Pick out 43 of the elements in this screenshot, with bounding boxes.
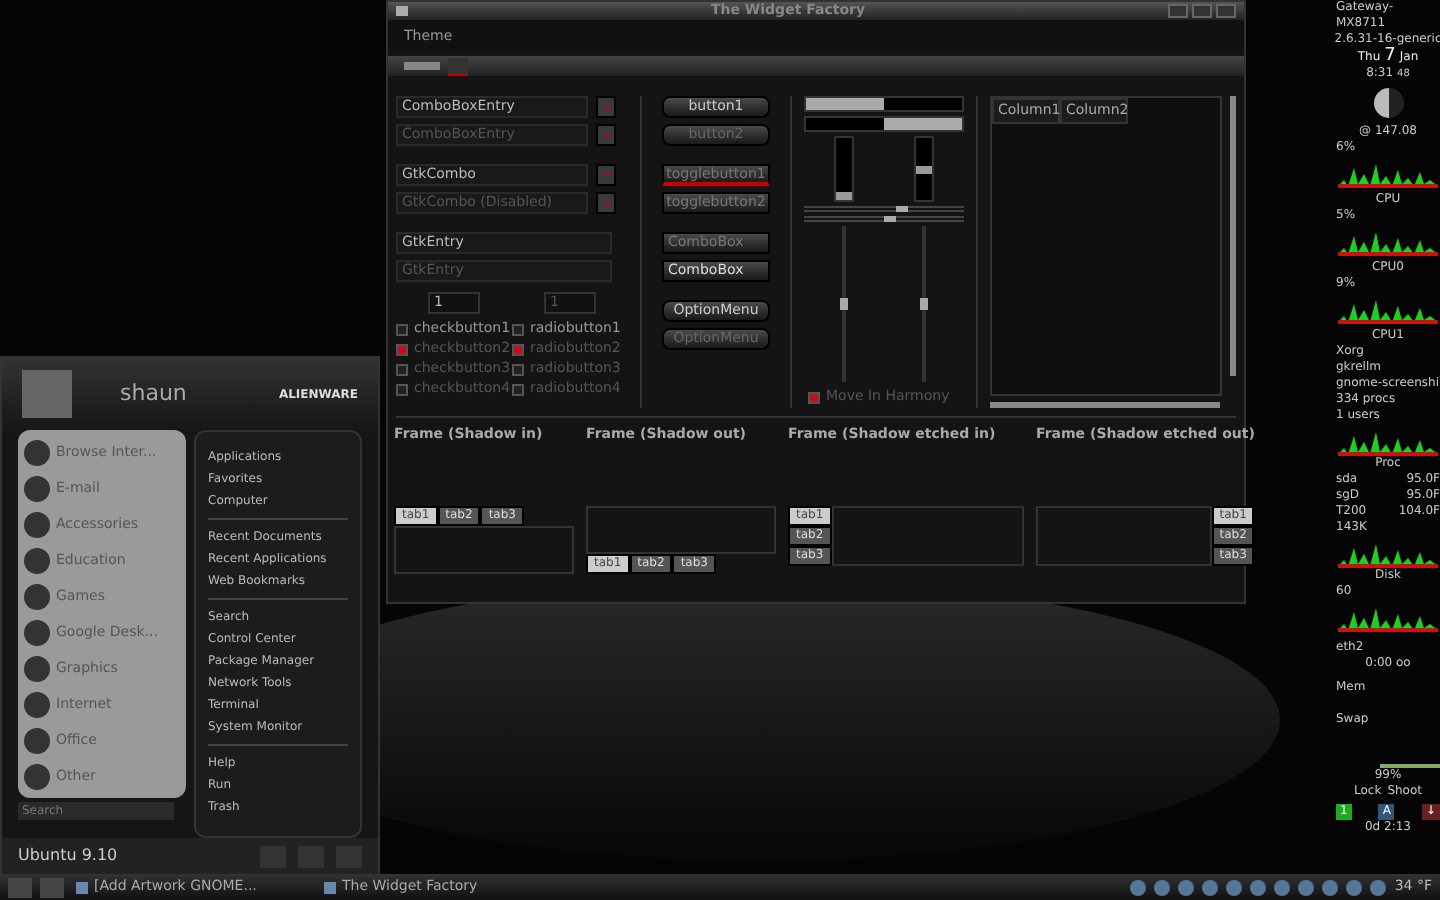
moon-icon (1373, 88, 1403, 118)
slider-thumb[interactable] (840, 298, 848, 310)
app-icon (324, 881, 336, 893)
app-icon (24, 475, 50, 501)
dash-icon (603, 106, 609, 108)
app-icon (24, 439, 50, 465)
minimize-button[interactable] (1168, 4, 1188, 18)
app-icon (24, 763, 50, 789)
slider-thumb[interactable] (895, 205, 908, 212)
scrollbar[interactable] (990, 402, 1220, 408)
slider-track[interactable] (804, 205, 964, 212)
checkbox[interactable] (808, 391, 820, 404)
maximize-button[interactable] (1192, 4, 1212, 18)
dash-icon (603, 202, 609, 204)
dropdown-button[interactable] (596, 96, 616, 118)
dropdown-button[interactable] (596, 192, 616, 214)
close-button[interactable] (1216, 4, 1236, 18)
user-name: shaun (118, 377, 189, 410)
app-icon (24, 655, 50, 681)
dash-icon (603, 134, 609, 136)
window-icon (396, 6, 408, 16)
app-icon (76, 881, 88, 893)
app-icon (24, 691, 50, 717)
dash-icon (603, 174, 609, 176)
app-icon (24, 547, 50, 573)
app-icon (24, 511, 50, 537)
radio-button[interactable] (512, 323, 524, 335)
day-number: 7 (1384, 48, 1396, 64)
toolbar-button[interactable] (448, 57, 468, 75)
slider-thumb[interactable] (920, 298, 928, 310)
dropdown-button[interactable] (596, 164, 616, 186)
os-label: Ubuntu 9.10 (18, 844, 120, 868)
scrollbar[interactable] (834, 135, 854, 202)
dropdown-button[interactable] (596, 124, 616, 146)
app-icon (24, 727, 50, 753)
app-icon (24, 583, 50, 609)
slider-track[interactable] (804, 215, 964, 222)
app-icon (24, 619, 50, 645)
scrollbar[interactable] (1230, 96, 1236, 376)
slider-thumb[interactable] (884, 215, 896, 222)
checkbox[interactable] (396, 323, 408, 335)
avatar-placeholder (22, 370, 72, 418)
scrollbar[interactable] (914, 135, 934, 202)
